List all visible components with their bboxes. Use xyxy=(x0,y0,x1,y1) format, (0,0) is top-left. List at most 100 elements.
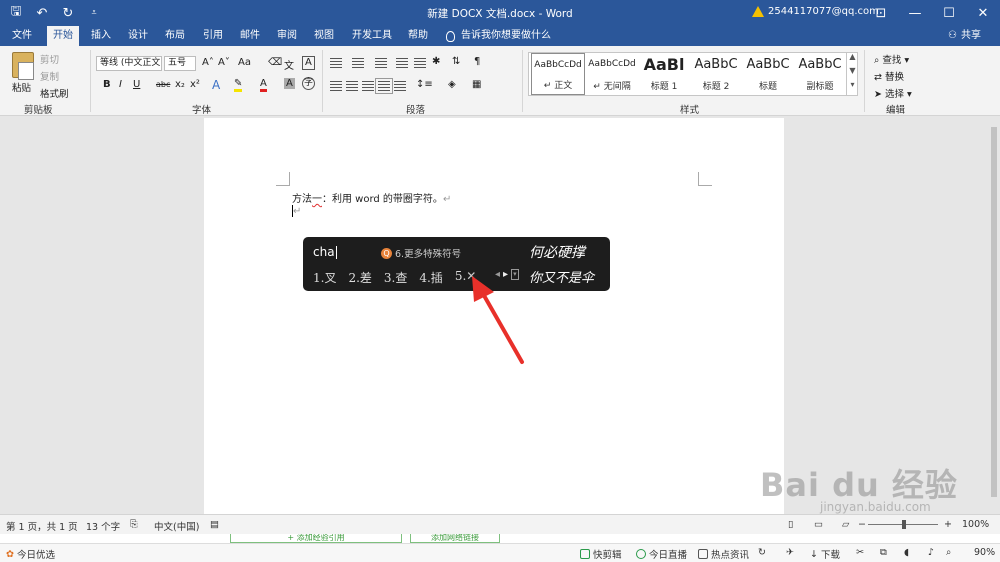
hot-news[interactable]: 热点资讯 xyxy=(698,547,749,561)
scroll-down-icon[interactable]: ▼ xyxy=(847,66,858,80)
paste-icon[interactable] xyxy=(12,52,34,80)
replace-button[interactable]: ⇄ 替换 xyxy=(874,69,904,83)
distributed-icon[interactable] xyxy=(394,81,406,91)
proofing-icon[interactable]: ⎘ xyxy=(130,519,138,530)
refresh-icon[interactable]: ↻ xyxy=(758,547,766,558)
more-styles-icon[interactable]: ▾ xyxy=(847,80,858,94)
text-effects-icon[interactable]: A xyxy=(212,78,220,92)
scrollbar-thumb[interactable] xyxy=(991,127,997,497)
undo-icon[interactable]: ↶ xyxy=(32,3,52,23)
change-case-button[interactable]: Aa xyxy=(238,57,251,68)
ime-candidate[interactable]: 4.插 xyxy=(419,269,442,286)
ribbon-display-icon[interactable]: ⊡ xyxy=(864,0,898,26)
justify-icon[interactable] xyxy=(375,78,393,94)
read-mode-icon[interactable]: ▯ xyxy=(788,519,793,530)
paste-button-label[interactable]: 粘贴 xyxy=(12,80,31,94)
numbering-icon[interactable] xyxy=(352,58,364,68)
zoom-in-icon[interactable]: + xyxy=(944,519,952,530)
document-text-line[interactable]: 方法一：利用 word 的带圈字符。↵ xyxy=(292,190,451,205)
grow-font-icon[interactable]: A˄ xyxy=(202,57,214,68)
today-picks[interactable]: ✿ 今日优选 xyxy=(6,547,55,562)
zoom-slider-thumb[interactable] xyxy=(902,520,906,529)
tab-mailings[interactable]: 邮件 xyxy=(234,26,266,46)
macro-icon[interactable]: ▤ xyxy=(210,519,219,530)
tab-review[interactable]: 审阅 xyxy=(271,26,303,46)
borders-icon[interactable]: ▦ xyxy=(472,79,481,90)
download[interactable]: ↓ 下载 xyxy=(810,547,840,562)
tab-help[interactable]: 帮助 xyxy=(402,26,434,46)
scroll-up-icon[interactable]: ▲ xyxy=(847,52,858,66)
live-today[interactable]: 今日直播 xyxy=(636,547,687,561)
copy-button[interactable]: 复制 xyxy=(40,69,59,83)
select-button[interactable]: ➤ 选择 ▾ xyxy=(874,86,912,100)
highlight-icon[interactable]: ✎ xyxy=(234,78,243,92)
customize-qat-icon[interactable]: ⩡ xyxy=(84,3,104,23)
clear-format-icon[interactable]: ⌫ xyxy=(268,57,282,68)
screenshot-icon[interactable]: ✂ xyxy=(856,547,864,558)
sound-icon[interactable]: ♪ xyxy=(928,547,934,558)
strikethrough-button[interactable]: abc xyxy=(156,80,170,89)
tab-view[interactable]: 视图 xyxy=(308,26,340,46)
quick-clip[interactable]: 快剪辑 xyxy=(580,547,622,561)
zoom-out-icon[interactable]: − xyxy=(858,519,866,530)
add-reference-button[interactable]: + 添加经验引用 xyxy=(230,534,402,543)
increase-indent-icon[interactable] xyxy=(414,58,426,68)
center-icon[interactable] xyxy=(346,81,358,91)
share-button[interactable]: ⚇ 共享 xyxy=(948,26,981,46)
bold-button[interactable]: B xyxy=(103,79,111,90)
tab-developer[interactable]: 开发工具 xyxy=(346,26,398,46)
zoom-search-icon[interactable]: ⌕ xyxy=(946,547,951,558)
word-count[interactable]: 13 个字 xyxy=(86,519,120,533)
align-right-icon[interactable] xyxy=(362,81,374,91)
style-subtitle[interactable]: AaBbC 副标题 xyxy=(793,53,847,95)
ime-candidate[interactable]: 2.差 xyxy=(348,269,371,286)
add-link-button[interactable]: 添加网络链接 xyxy=(410,534,500,543)
document-cursor-line[interactable]: ↵ xyxy=(292,205,301,217)
tab-references[interactable]: 引用 xyxy=(197,26,229,46)
sort-icon[interactable]: ⇅ xyxy=(452,56,460,67)
font-name-combo[interactable]: 等线 (中文正文) xyxy=(96,56,162,71)
ime-candidate[interactable]: 3.查 xyxy=(384,269,407,286)
window-icon[interactable]: ⧉ xyxy=(880,547,887,558)
account[interactable]: 2544117077@qq.com xyxy=(752,6,879,17)
shading-icon[interactable]: ◈ xyxy=(448,79,456,90)
close-icon[interactable]: ✕ xyxy=(966,0,1000,26)
chinese-layout-icon[interactable]: ✱ xyxy=(432,56,440,67)
vertical-scrollbar[interactable] xyxy=(988,117,1000,514)
phonetic-guide-icon[interactable]: 文 xyxy=(284,57,294,72)
minimize-icon[interactable]: — xyxy=(898,0,932,26)
multilevel-list-icon[interactable] xyxy=(375,58,387,68)
ime-tip[interactable]: Q 6.更多特殊符号 xyxy=(381,246,461,260)
style-normal[interactable]: AaBbCcDd ↵ 正文 xyxy=(531,53,585,95)
cut-button[interactable]: 剪切 xyxy=(40,52,59,66)
speaker-icon[interactable]: ◖ xyxy=(904,547,909,558)
language[interactable]: 中文(中国) xyxy=(154,519,199,533)
tab-design[interactable]: 设计 xyxy=(122,26,154,46)
tab-layout[interactable]: 布局 xyxy=(159,26,191,46)
show-marks-icon[interactable]: ¶ xyxy=(474,56,480,67)
tell-me-box[interactable]: 告诉我你想要做什么 xyxy=(446,26,551,46)
decrease-indent-icon[interactable] xyxy=(396,58,408,68)
redo-icon[interactable]: ↻ xyxy=(58,3,78,23)
shrink-font-icon[interactable]: A˅ xyxy=(218,57,230,68)
style-no-spacing[interactable]: AaBbCcDd ↵ 无间隔 xyxy=(585,53,639,95)
style-heading-1[interactable]: AaBl 标题 1 xyxy=(637,53,691,95)
ime-candidate[interactable]: 1.叉 xyxy=(313,269,336,286)
enclose-characters-icon[interactable]: 字 xyxy=(302,77,315,90)
style-title[interactable]: AaBbC 标题 xyxy=(741,53,795,95)
underline-button[interactable]: U xyxy=(133,79,140,90)
web-layout-icon[interactable]: ▱ xyxy=(842,519,849,530)
superscript-button[interactable]: x² xyxy=(190,79,200,90)
tool-icon[interactable]: ✈ xyxy=(786,547,794,558)
font-size-combo[interactable]: 五号 xyxy=(164,56,196,71)
character-shading-icon[interactable]: A xyxy=(284,78,295,89)
find-button[interactable]: ⌕ 查找 ▾ xyxy=(874,52,909,66)
tab-file[interactable]: 文件 xyxy=(6,26,38,46)
style-heading-2[interactable]: AaBbC 标题 2 xyxy=(689,53,743,95)
tab-home[interactable]: 开始 xyxy=(47,26,79,46)
subscript-button[interactable]: x₂ xyxy=(175,79,185,90)
line-spacing-icon[interactable]: ↕≡ xyxy=(416,79,433,90)
align-left-icon[interactable] xyxy=(330,81,342,91)
page-count[interactable]: 第 1 页，共 1 页 xyxy=(6,519,78,533)
tab-insert[interactable]: 插入 xyxy=(85,26,117,46)
